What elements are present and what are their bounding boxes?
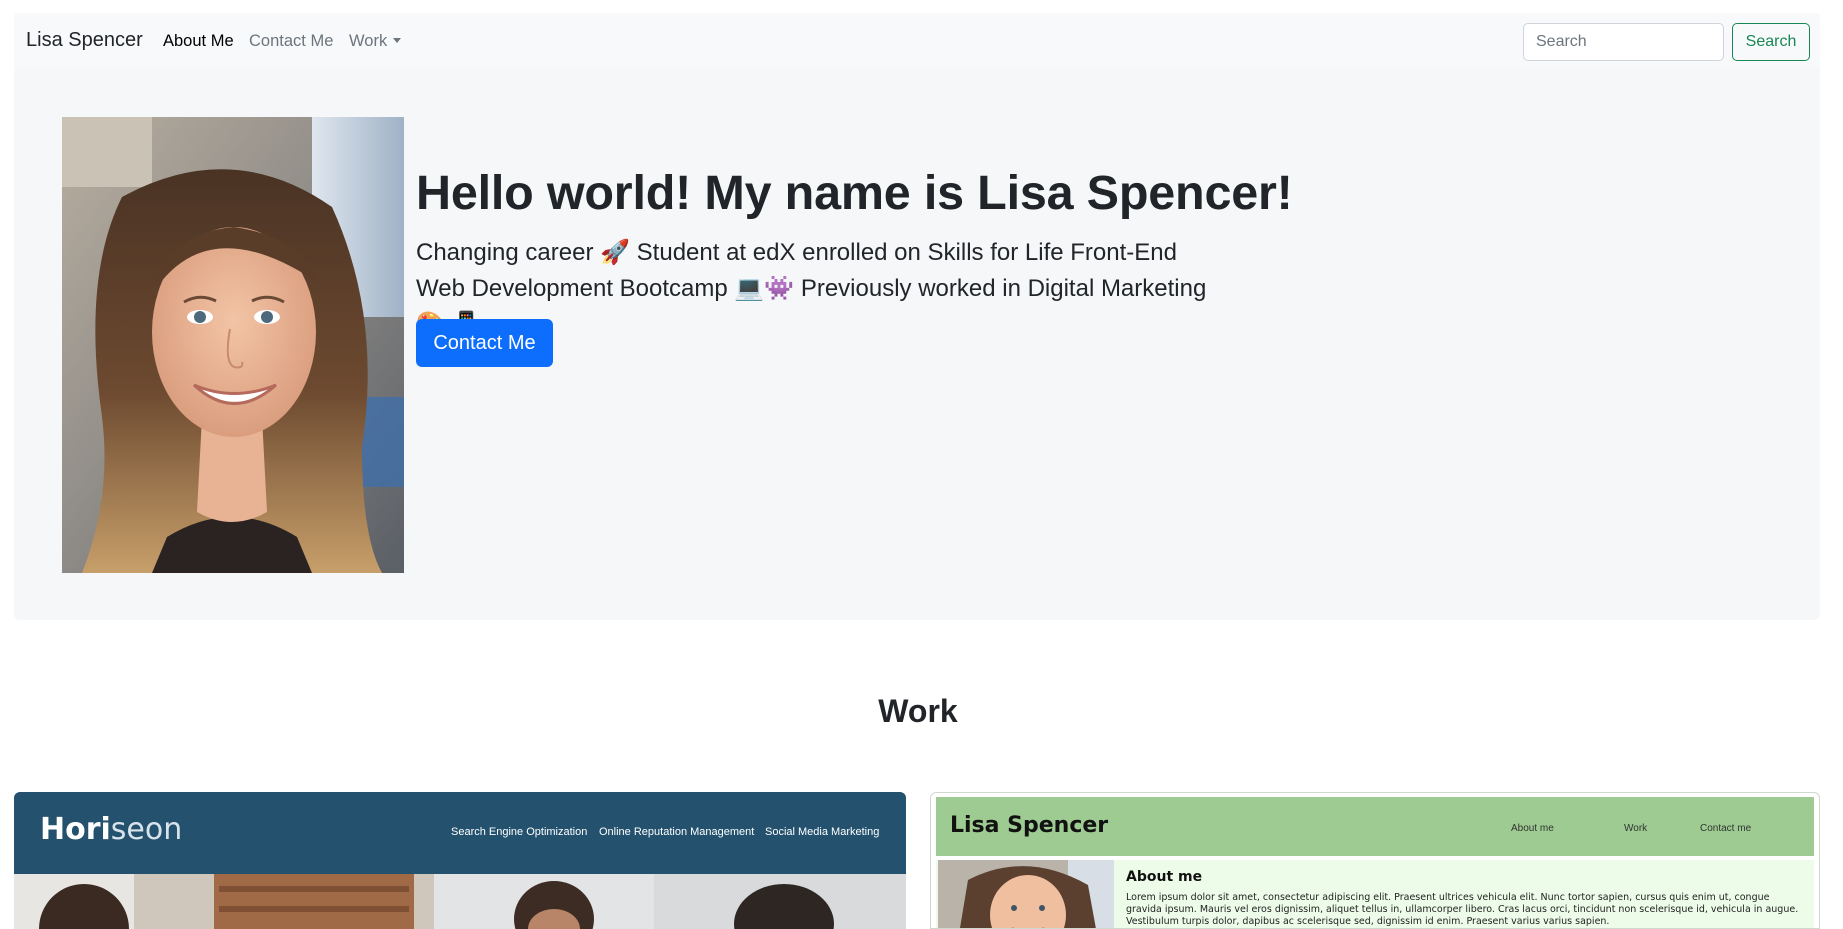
search-input[interactable] bbox=[1523, 23, 1724, 61]
hero-section: Hello world! My name is Lisa Spencer! Ch… bbox=[14, 69, 1820, 620]
portfolio-header: Lisa Spencer About me Work Contact me bbox=[936, 797, 1814, 856]
project-card-horiseon[interactable]: Horiseon Search Engine Optimization Onli… bbox=[14, 792, 906, 929]
nav-item-contact-me[interactable]: Contact Me bbox=[249, 32, 333, 51]
chevron-down-icon bbox=[393, 38, 402, 43]
nav-item-work-label: Work bbox=[349, 32, 388, 50]
portrait-photo bbox=[62, 117, 404, 573]
portfolio-nav-link: Work bbox=[1624, 823, 1648, 834]
portfolio-site-title: Lisa Spencer bbox=[950, 813, 1109, 838]
portfolio-about-heading: About me bbox=[1126, 869, 1203, 885]
horiseon-nav-link: Online Reputation Management bbox=[599, 826, 755, 838]
portfolio-nav-link: About me bbox=[1511, 823, 1554, 834]
horiseon-nav-link: Search Engine Optimization bbox=[451, 826, 588, 838]
horiseon-logo: Horiseon bbox=[40, 812, 183, 847]
work-section-heading: Work bbox=[878, 693, 958, 729]
hero-title: Hello world! My name is Lisa Spencer! bbox=[416, 166, 1293, 220]
nav-item-work-dropdown[interactable]: Work bbox=[349, 32, 402, 51]
search-button[interactable]: Search bbox=[1732, 23, 1810, 61]
navbar: Lisa Spencer About Me Contact Me Work Se… bbox=[14, 13, 1820, 69]
portfolio-about-paragraph: Lorem ipsum dolor sit amet, consectetur … bbox=[1126, 892, 1799, 927]
contact-me-button[interactable]: Contact Me bbox=[416, 319, 553, 367]
horiseon-nav-link: Social Media Marketing bbox=[765, 826, 880, 838]
portfolio-portrait-thumbnail bbox=[938, 860, 1114, 928]
portfolio-nav-link: Contact me bbox=[1700, 823, 1752, 834]
navbar-brand[interactable]: Lisa Spencer bbox=[26, 29, 143, 52]
portfolio-about-section: About me Lorem ipsum dolor sit amet, con… bbox=[936, 860, 1814, 928]
project-card-portfolio[interactable]: Lisa Spencer About me Work Contact me Ab… bbox=[930, 792, 1820, 929]
horiseon-hero-image bbox=[14, 874, 906, 929]
nav-item-about-me[interactable]: About Me bbox=[163, 32, 234, 51]
